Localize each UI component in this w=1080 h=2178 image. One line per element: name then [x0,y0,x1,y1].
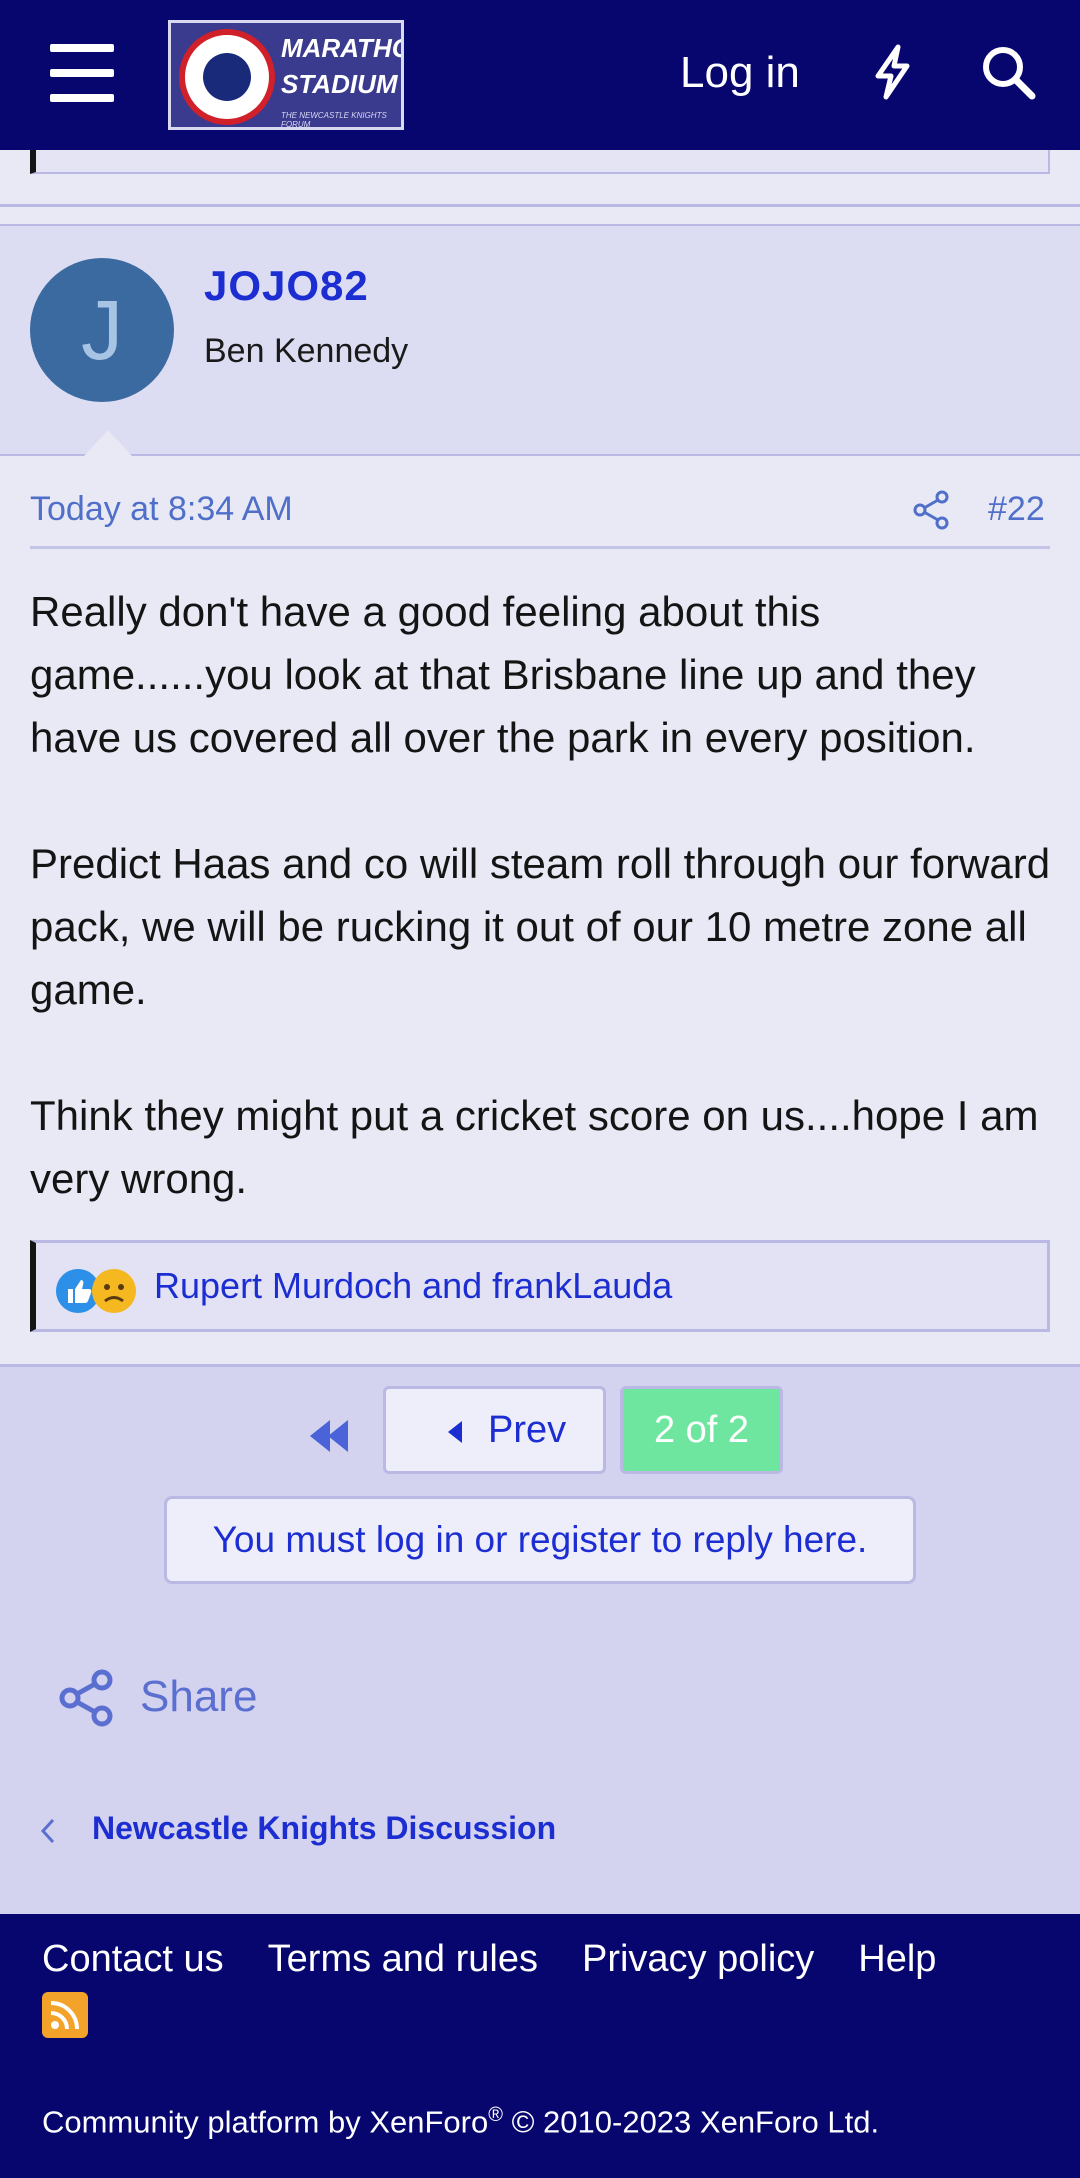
post-paragraph: Really don't have a good feeling about t… [30,588,976,761]
username-link[interactable]: JOJO82 [204,262,369,310]
post-date-link[interactable]: Today at 8:34 AM [30,490,293,529]
share-icon[interactable] [912,490,950,530]
menu-icon[interactable] [50,44,114,102]
bolt-icon[interactable] [870,44,914,100]
reactions-users[interactable]: Rupert Murdoch and frankLauda [154,1265,672,1307]
copyright: Community platform by XenForo® © 2010-20… [42,2104,879,2140]
logo-line2: STADIUM [281,69,398,99]
post-paragraph: Predict Haas and co will steam roll thro… [30,840,1051,1013]
breadcrumb[interactable]: Newcastle Knights Discussion [92,1810,556,1847]
share-icon[interactable] [58,1668,114,1728]
post-paragraph: Think they might put a cricket score on … [30,1092,1039,1202]
footer-link-contact[interactable]: Contact us [42,1938,224,1980]
post-number-link[interactable]: #22 [988,490,1045,529]
current-page-indicator[interactable]: 2 of 2 [620,1386,783,1474]
avatar[interactable]: J [30,258,174,402]
copyright-prefix[interactable]: Community platform by XenForo [42,2104,488,2139]
caret-left-icon [448,1421,462,1443]
login-link[interactable]: Log in [680,48,800,98]
previous-post-reactions [30,150,1050,174]
footer-links: Contact us Terms and rules Privacy policy H… [42,1938,980,1981]
footer-link-help[interactable]: Help [858,1938,936,1980]
search-icon[interactable] [980,44,1036,100]
logo-tagline: THE NEWCASTLE KNIGHTS FORUM [281,111,387,129]
footer-link-privacy[interactable]: Privacy policy [582,1938,814,1980]
share-button[interactable]: Share [140,1672,257,1722]
prev-label: Prev [488,1409,567,1451]
user-arrow [84,430,132,456]
logo-line1: MARATHON [281,33,401,63]
footer-link-terms[interactable]: Terms and rules [268,1938,538,1980]
chevron-left-icon [40,1818,55,1844]
first-page-icon[interactable] [300,1408,356,1464]
site-logo[interactable]: MARATHON STADIUM THE NEWCASTLE KNIGHTS F… [168,20,404,130]
copyright-suffix: © 2010-2023 XenForo Ltd. [502,2104,880,2140]
user-title: Ben Kennedy [204,332,409,370]
registered-mark: ® [488,2104,503,2126]
sad-reaction-icon [92,1269,136,1313]
post-divider [0,204,1080,207]
post-body: Really don't have a good feeling about t… [30,580,1060,1210]
site-header [0,0,1080,150]
reply-login-button[interactable]: You must log in or register to reply her… [164,1496,916,1584]
logo-emblem [179,29,275,125]
rss-icon[interactable] [42,1992,88,2038]
post-header-rule [30,546,1050,549]
reactions-bar[interactable]: Rupert Murdoch and frankLauda [30,1240,1050,1332]
prev-page-button[interactable]: Prev [383,1386,606,1474]
